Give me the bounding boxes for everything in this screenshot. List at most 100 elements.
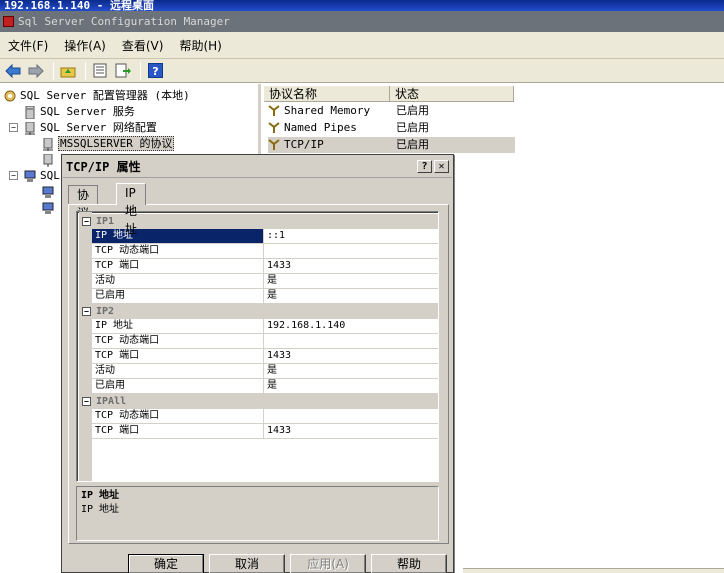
- grid-gutter: [79, 212, 92, 481]
- collapse-icon[interactable]: −: [82, 397, 91, 406]
- collapse-icon[interactable]: −: [82, 217, 91, 226]
- property-value[interactable]: 1433: [264, 424, 438, 439]
- property-value[interactable]: [264, 244, 438, 259]
- dialog-close-button[interactable]: ✕: [434, 160, 449, 173]
- server-icon: [25, 105, 35, 119]
- grid-row[interactable]: TCP 端口 1433: [92, 349, 438, 364]
- protocol-status: 已启用: [396, 121, 429, 134]
- property-value[interactable]: [264, 409, 438, 424]
- list-item-selected[interactable]: TCP/IP 已启用: [268, 137, 515, 153]
- list-header: 协议名称 状态: [264, 86, 514, 102]
- protocol-status: 已启用: [396, 138, 429, 151]
- grid-row[interactable]: TCP 端口 1433: [92, 259, 438, 274]
- tree-node-network-config[interactable]: SQL Server 网络配置: [24, 120, 157, 136]
- dialog-title-bar: TCP/IP 属性 ? ✕: [63, 156, 452, 178]
- property-value[interactable]: 是: [264, 379, 438, 394]
- property-value[interactable]: 是: [264, 364, 438, 379]
- tree-node-native-client[interactable]: SQL: [24, 168, 60, 184]
- property-name: TCP 动态端口: [92, 409, 264, 424]
- property-value[interactable]: 1433: [264, 349, 438, 364]
- property-value[interactable]: [264, 334, 438, 349]
- dialog-help-text-button[interactable]: 帮助: [371, 554, 447, 573]
- collapse-icon[interactable]: −: [9, 123, 18, 132]
- menu-file[interactable]: 文件(F): [0, 37, 56, 54]
- tab-ip-addresses[interactable]: IP 地址: [116, 183, 146, 236]
- apply-button[interactable]: 应用(A): [290, 554, 366, 573]
- forward-button[interactable]: [26, 61, 46, 81]
- grid-row[interactable]: TCP 端口 1433: [92, 424, 438, 439]
- native-client-icon: [24, 170, 36, 182]
- properties-button[interactable]: [90, 61, 110, 81]
- toolbar: ?: [0, 59, 724, 83]
- property-name: TCP 动态端口: [92, 244, 264, 259]
- menu-help[interactable]: 帮助(H): [171, 37, 229, 54]
- protocols-icon: [43, 137, 53, 151]
- grid-row[interactable]: 活动是: [92, 364, 438, 379]
- menu-view[interactable]: 查看(V): [114, 37, 172, 54]
- grid-category[interactable]: − IPAll: [79, 394, 438, 409]
- grid-category[interactable]: − IP2: [79, 304, 438, 319]
- tab-protocol[interactable]: 协议: [68, 185, 99, 220]
- property-value[interactable]: 是: [264, 289, 438, 304]
- column-header-status[interactable]: 状态: [390, 86, 514, 102]
- menu-action[interactable]: 操作(A): [56, 37, 114, 54]
- protocol-status: 已启用: [396, 104, 429, 117]
- forward-arrow-icon: [28, 63, 44, 78]
- remote-desktop-bar: 192.168.1.140 - 远程桌面: [0, 0, 724, 11]
- property-name: 已启用: [92, 379, 264, 394]
- list-item[interactable]: Shared Memory 已启用: [268, 103, 512, 119]
- toolbar-separator: [53, 61, 54, 80]
- grid-row[interactable]: TCP 动态端口: [92, 244, 438, 259]
- property-value[interactable]: 1433: [264, 259, 438, 274]
- network-config-icon: [25, 121, 35, 135]
- export-list-button[interactable]: [113, 61, 133, 81]
- ok-button[interactable]: 确定: [128, 554, 204, 573]
- grid-row[interactable]: TCP 动态端口: [92, 409, 438, 424]
- column-header-protocol[interactable]: 协议名称: [264, 86, 390, 102]
- properties-icon: [93, 63, 107, 78]
- protocol-icon: [268, 105, 280, 116]
- tree-node-protocols[interactable]: MSSQLSERVER 的协议: [42, 136, 175, 152]
- tree-node-aliases[interactable]: [42, 200, 58, 216]
- collapse-icon[interactable]: −: [9, 171, 18, 180]
- tree-node-root[interactable]: SQL Server 配置管理器 (本地): [4, 88, 190, 104]
- collapse-icon[interactable]: −: [82, 307, 91, 316]
- window-title-bar: Sql Server Configuration Manager: [0, 11, 724, 32]
- property-name: TCP 端口: [92, 349, 264, 364]
- grid-row[interactable]: TCP 动态端口: [92, 334, 438, 349]
- protocol-icon: [268, 122, 280, 133]
- tree-label: MSSQLSERVER 的协议: [58, 136, 175, 151]
- help-button[interactable]: ?: [145, 61, 165, 81]
- property-name: TCP 端口: [92, 424, 264, 439]
- protocol-name: Shared Memory: [284, 104, 371, 117]
- grid-row[interactable]: IP 地址 192.168.1.140: [92, 319, 438, 334]
- menu-bar: 文件(F) 操作(A) 查看(V) 帮助(H): [0, 32, 724, 59]
- grid-row[interactable]: 活动是: [92, 274, 438, 289]
- cancel-button[interactable]: 取消: [209, 554, 285, 573]
- category-label: IP2: [96, 306, 115, 317]
- config-manager-icon: [4, 90, 16, 101]
- ip-addresses-panel: − IP1 IP 地址::1 TCP 动态端口 TCP 端口 1433 活动是 已启…: [68, 204, 449, 544]
- property-name: IP 地址: [92, 229, 264, 244]
- up-folder-button[interactable]: [58, 61, 78, 81]
- back-button[interactable]: [3, 61, 23, 81]
- remote-desktop-title: 192.168.1.140 - 远程桌面: [4, 0, 154, 11]
- grid-row[interactable]: 已启用是: [92, 379, 438, 394]
- network-config-icon: [43, 153, 53, 167]
- list-item[interactable]: Named Pipes 已启用: [268, 120, 512, 136]
- app-icon: [3, 16, 14, 27]
- grid-row[interactable]: 已启用是: [92, 289, 438, 304]
- tree-node-services[interactable]: SQL Server 服务: [24, 104, 135, 120]
- horizontal-scrollbar[interactable]: [463, 568, 724, 573]
- property-value[interactable]: 192.168.1.140: [264, 319, 438, 334]
- tree-node-protocols-alt[interactable]: [42, 152, 58, 168]
- toolbar-separator: [85, 61, 86, 80]
- property-value[interactable]: 是: [264, 274, 438, 289]
- dialog-help-button[interactable]: ?: [417, 160, 432, 173]
- description-title: IP 地址: [81, 490, 120, 501]
- tree-node-client-protocols[interactable]: [42, 184, 58, 200]
- property-value[interactable]: ::1: [264, 229, 438, 244]
- property-name: 已启用: [92, 289, 264, 304]
- window-title: Sql Server Configuration Manager: [18, 15, 230, 28]
- grid-row-selected[interactable]: IP 地址::1: [92, 229, 438, 244]
